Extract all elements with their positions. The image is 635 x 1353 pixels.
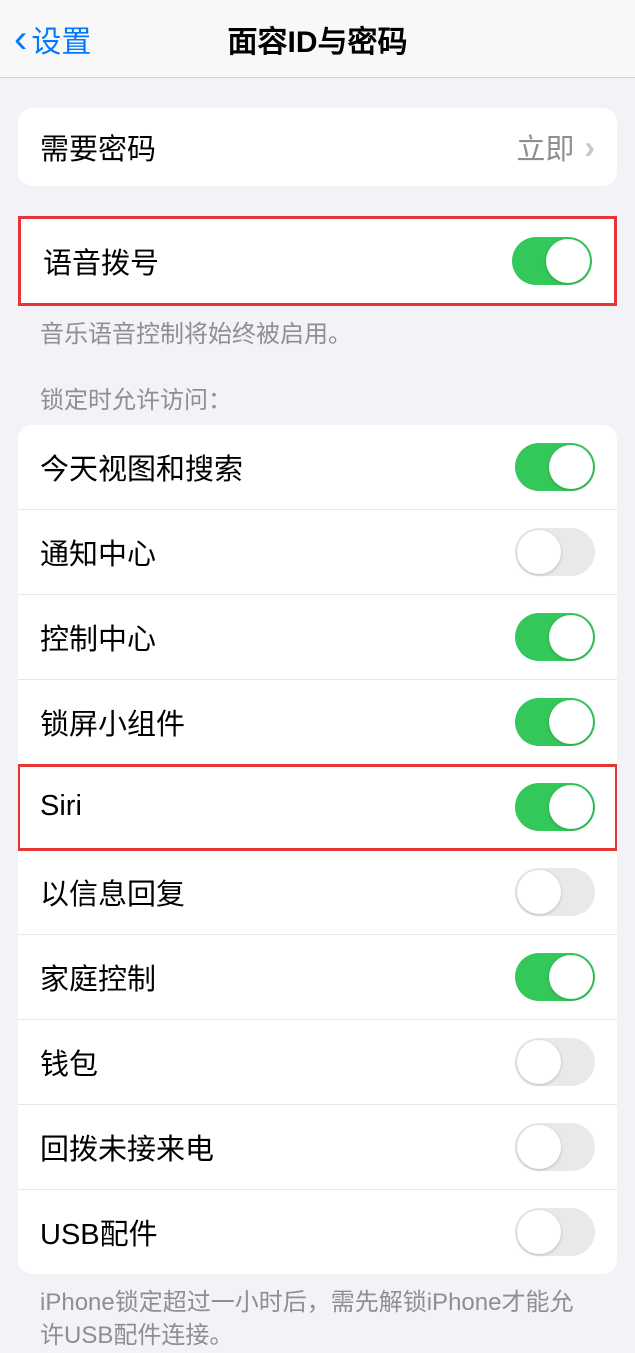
require-passcode-label: 需要密码 bbox=[40, 126, 156, 168]
toggle-knob bbox=[549, 700, 593, 744]
toggle-knob bbox=[549, 445, 593, 489]
toggle-knob bbox=[517, 1210, 561, 1254]
toggle-knob bbox=[517, 530, 561, 574]
locked-access-toggle[interactable] bbox=[515, 698, 595, 746]
page-title: 面容ID与密码 bbox=[228, 17, 408, 61]
voice-dial-row: 语音拨号 bbox=[21, 219, 614, 303]
locked-access-toggle[interactable] bbox=[515, 528, 595, 576]
locked-access-row: 控制中心 bbox=[18, 595, 617, 680]
nav-header: ‹ 设置 面容ID与密码 bbox=[0, 0, 635, 78]
require-passcode-section: 需要密码 立即 › bbox=[18, 108, 617, 186]
locked-access-row: 锁屏小组件 bbox=[18, 680, 617, 765]
locked-access-row: 钱包 bbox=[18, 1020, 617, 1105]
toggle-knob bbox=[517, 1040, 561, 1084]
toggle-knob bbox=[517, 1125, 561, 1169]
locked-access-row: 家庭控制 bbox=[18, 935, 617, 1020]
locked-access-item-label: 通知中心 bbox=[40, 531, 156, 573]
chevron-right-icon: › bbox=[584, 129, 595, 166]
require-passcode-row[interactable]: 需要密码 立即 › bbox=[18, 108, 617, 186]
toggle-knob bbox=[549, 615, 593, 659]
locked-access-item-label: 家庭控制 bbox=[40, 956, 156, 998]
locked-access-item-label: 钱包 bbox=[40, 1041, 98, 1083]
locked-access-toggle[interactable] bbox=[515, 613, 595, 661]
locked-access-section: 今天视图和搜索通知中心控制中心锁屏小组件 Siri 以信息回复家庭控制钱包回拨未接来… bbox=[18, 425, 617, 1274]
require-passcode-value: 立即 bbox=[516, 126, 574, 168]
locked-access-toggle[interactable] bbox=[515, 443, 595, 491]
voice-dial-section: 语音拨号 bbox=[18, 216, 617, 306]
voice-dial-label: 语音拨号 bbox=[43, 240, 159, 282]
locked-access-item-label: 以信息回复 bbox=[40, 871, 185, 913]
locked-access-row: 以信息回复 bbox=[18, 850, 617, 935]
locked-access-item-label: USB配件 bbox=[40, 1211, 158, 1253]
toggle-knob bbox=[546, 239, 590, 283]
toggle-knob bbox=[549, 785, 593, 829]
chevron-left-icon: ‹ bbox=[14, 19, 27, 59]
toggle-knob bbox=[549, 955, 593, 999]
locked-access-item-label: 锁屏小组件 bbox=[40, 701, 185, 743]
locked-access-row: USB配件 bbox=[18, 1190, 617, 1274]
locked-access-row: Siri bbox=[18, 765, 617, 850]
locked-access-item-label: 控制中心 bbox=[40, 616, 156, 658]
locked-access-row: 今天视图和搜索 bbox=[18, 425, 617, 510]
voice-dial-footer: 音乐语音控制将始终被启用。 bbox=[18, 306, 617, 352]
locked-access-item-label: Siri bbox=[40, 790, 82, 823]
locked-access-toggle[interactable] bbox=[515, 1123, 595, 1171]
locked-access-toggle[interactable] bbox=[515, 953, 595, 1001]
back-label: 设置 bbox=[31, 17, 91, 61]
locked-access-toggle[interactable] bbox=[515, 1208, 595, 1256]
locked-access-toggle[interactable] bbox=[515, 868, 595, 916]
locked-access-row: 回拨未接来电 bbox=[18, 1105, 617, 1190]
locked-access-row: 通知中心 bbox=[18, 510, 617, 595]
voice-dial-toggle[interactable] bbox=[512, 237, 592, 285]
locked-access-toggle[interactable] bbox=[515, 1038, 595, 1086]
locked-access-toggle[interactable] bbox=[515, 783, 595, 831]
locked-access-item-label: 回拨未接来电 bbox=[40, 1126, 214, 1168]
locked-access-header: 锁定时允许访问： bbox=[18, 352, 617, 425]
locked-access-item-label: 今天视图和搜索 bbox=[40, 446, 243, 488]
locked-access-footer: iPhone锁定超过一小时后，需先解锁iPhone才能允许USB配件连接。 bbox=[18, 1274, 617, 1353]
back-button[interactable]: ‹ 设置 bbox=[0, 17, 91, 61]
toggle-knob bbox=[517, 870, 561, 914]
